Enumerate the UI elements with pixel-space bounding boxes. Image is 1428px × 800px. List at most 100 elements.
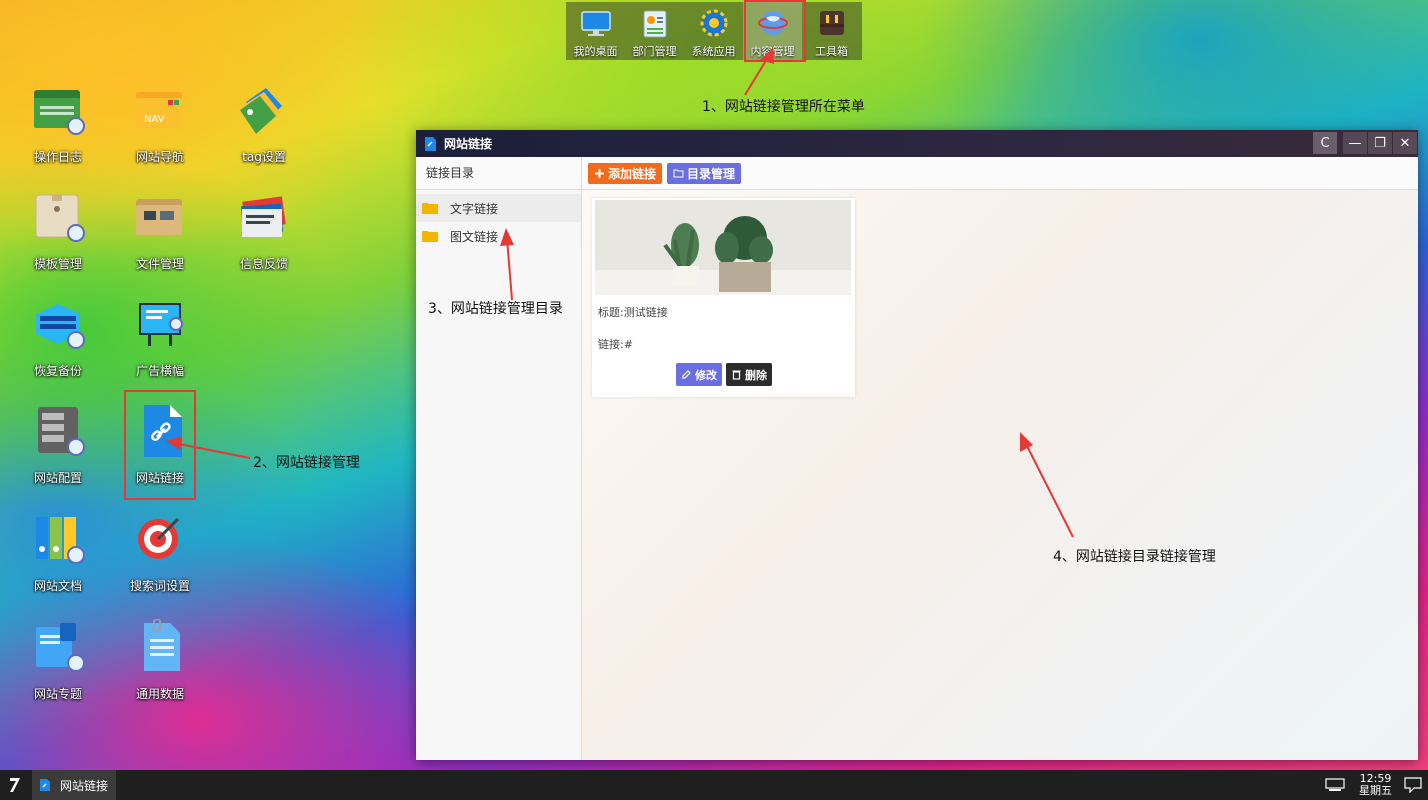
directory-manage-label: 目录管理 <box>687 166 736 181</box>
desktop-icon-search-words[interactable]: 搜索词设置 <box>115 511 205 611</box>
dock-label: 部门管理 <box>632 45 677 58</box>
dock-label: 我的桌面 <box>573 45 618 58</box>
desktop-icon-operation-log[interactable]: 操作日志 <box>13 82 103 182</box>
card-link-line: 链接:# <box>598 338 633 351</box>
gear-icon <box>700 9 727 37</box>
directory-item-text-links[interactable]: 文字链接 <box>416 194 581 222</box>
desktop-icon-banner[interactable]: 广告横幅 <box>115 296 205 396</box>
desktop-icon-tag-settings[interactable]: tag设置 <box>219 82 309 182</box>
binders-icon <box>36 517 85 564</box>
add-link-label: 添加链接 <box>608 166 657 181</box>
system-tray: 12:59 星期五 <box>1325 770 1428 800</box>
delete-label: 删除 <box>745 368 767 382</box>
folder-log-icon <box>34 90 85 135</box>
desktop-icon-label: 恢复备份 <box>33 364 82 378</box>
tag-icon <box>240 88 282 134</box>
desktop-icon-label: 信息反馈 <box>239 257 288 271</box>
window-titlebar[interactable]: 网站链接 C — ❐ ✕ <box>416 130 1418 157</box>
logo-icon <box>10 778 20 792</box>
close-button[interactable]: ✕ <box>1393 132 1417 154</box>
desktop-icon-label: 网站专题 <box>33 687 82 701</box>
nav-folder-icon: NAV <box>136 92 182 128</box>
desktop-icon-label: tag设置 <box>242 150 286 164</box>
desktop-icon-site-nav[interactable]: NAV 网站导航 <box>115 82 205 182</box>
desktop-icon-common-data[interactable]: 通用数据 <box>115 619 205 719</box>
annotation-1: 1、网站链接管理所在菜单 <box>702 99 865 115</box>
folder-icon <box>422 203 438 214</box>
clock-weekday: 星期五 <box>1359 784 1392 797</box>
directory-manage-button[interactable]: 目录管理 <box>667 162 742 184</box>
desktop-icon-label: 网站文档 <box>33 579 82 593</box>
desktop-icon-label: 广告横幅 <box>135 364 184 378</box>
edit-button[interactable]: 修改 <box>676 363 722 386</box>
banner-icon <box>139 303 183 346</box>
top-dock: 我的桌面 部门管理 系统应用 内容管理 工具箱 <box>566 2 862 60</box>
template-folder-icon <box>35 194 85 242</box>
dock-item-system-apps[interactable]: 系统应用 <box>684 2 743 60</box>
desktop-icon-label: 模板管理 <box>33 257 82 271</box>
edit-label: 修改 <box>695 368 717 382</box>
link-toolbar: 添加链接 目录管理 <box>582 157 1418 190</box>
data-doc-icon <box>144 619 180 671</box>
pencil-icon <box>682 370 691 379</box>
link-content-area: 添加链接 目录管理 标题:测试链接 链接:# 修改 删除 <box>582 157 1418 760</box>
desktop-icon-label: 操作日志 <box>33 150 82 164</box>
folder-outline-icon <box>673 169 684 177</box>
annotation-4: 4、网站链接目录链接管理 <box>1053 549 1216 565</box>
add-link-button[interactable]: 添加链接 <box>588 162 663 184</box>
dock-label: 系统应用 <box>691 45 736 58</box>
taskbar-item-site-links[interactable]: 网站链接 <box>32 770 117 800</box>
desktop-icon-file-manager[interactable]: 文件管理 <box>115 189 205 289</box>
folder-icon <box>422 231 438 242</box>
dock-item-toolbox[interactable]: 工具箱 <box>802 2 861 60</box>
taskbar: 网站链接 12:59 星期五 <box>0 770 1428 800</box>
desktop-icon-label: 文件管理 <box>135 257 184 271</box>
card-title-line: 标题:测试链接 <box>598 306 668 319</box>
topic-doc-icon <box>36 623 85 672</box>
window-title: 网站链接 <box>444 137 493 151</box>
directory-header: 链接目录 <box>416 157 581 190</box>
maximize-button[interactable]: ❐ <box>1368 132 1392 154</box>
annotation-box-menu <box>744 0 806 62</box>
desktop-icon-backup[interactable]: 恢复备份 <box>13 296 103 396</box>
dock-item-department[interactable]: 部门管理 <box>625 2 684 60</box>
start-button[interactable] <box>0 770 30 800</box>
backup-icon <box>36 304 85 349</box>
desktop-icon-site-docs[interactable]: 网站文档 <box>13 511 103 611</box>
annotation-box-site-links-icon <box>124 390 196 500</box>
card-actions: 修改 删除 <box>676 363 776 386</box>
toolbox-icon <box>819 11 844 35</box>
desktop-icon-feedback[interactable]: 信息反馈 <box>219 189 309 289</box>
desktop-icon-site-config[interactable]: 网站配置 <box>13 403 103 503</box>
desktop-icon-label: 通用数据 <box>135 687 184 701</box>
directory-sidebar: 链接目录 文字链接 图文链接 <box>416 157 582 760</box>
svg-text:NAV: NAV <box>144 114 165 125</box>
directory-item-label: 图文链接 <box>450 229 499 244</box>
target-icon <box>138 517 180 559</box>
desktop-icon-label: 网站配置 <box>33 471 82 485</box>
keyboard-icon[interactable] <box>1325 778 1345 792</box>
delete-button[interactable]: 删除 <box>726 363 772 386</box>
desktop-icon-site-topic[interactable]: 网站专题 <box>13 619 103 719</box>
plus-icon <box>595 168 604 178</box>
site-links-window: 网站链接 C — ❐ ✕ 链接目录 文字链接 图文链接 添加链接 目录管理 标题… <box>416 130 1418 760</box>
link-card: 标题:测试链接 链接:# 修改 删除 <box>592 198 855 397</box>
dock-item-my-desktop[interactable]: 我的桌面 <box>566 2 625 60</box>
link-file-icon <box>425 136 436 151</box>
server-config-icon <box>38 407 85 456</box>
notification-icon[interactable] <box>1404 777 1422 793</box>
feedback-icon <box>241 196 286 237</box>
directory-item-label: 文字链接 <box>450 201 499 216</box>
id-card-icon <box>643 10 666 38</box>
dock-label: 工具箱 <box>815 45 848 58</box>
plant-image <box>595 200 851 295</box>
clock[interactable]: 12:59 星期五 <box>1359 773 1392 797</box>
file-folder-icon <box>136 199 182 235</box>
taskbar-item-label: 网站链接 <box>60 778 109 793</box>
link-file-icon <box>40 779 50 791</box>
desktop-icon-template[interactable]: 模板管理 <box>13 189 103 289</box>
minimize-button[interactable]: — <box>1343 132 1367 154</box>
refresh-button[interactable]: C <box>1313 132 1337 154</box>
annotation-3: 3、网站链接管理目录 <box>428 301 563 317</box>
directory-item-image-links[interactable]: 图文链接 <box>416 222 581 250</box>
